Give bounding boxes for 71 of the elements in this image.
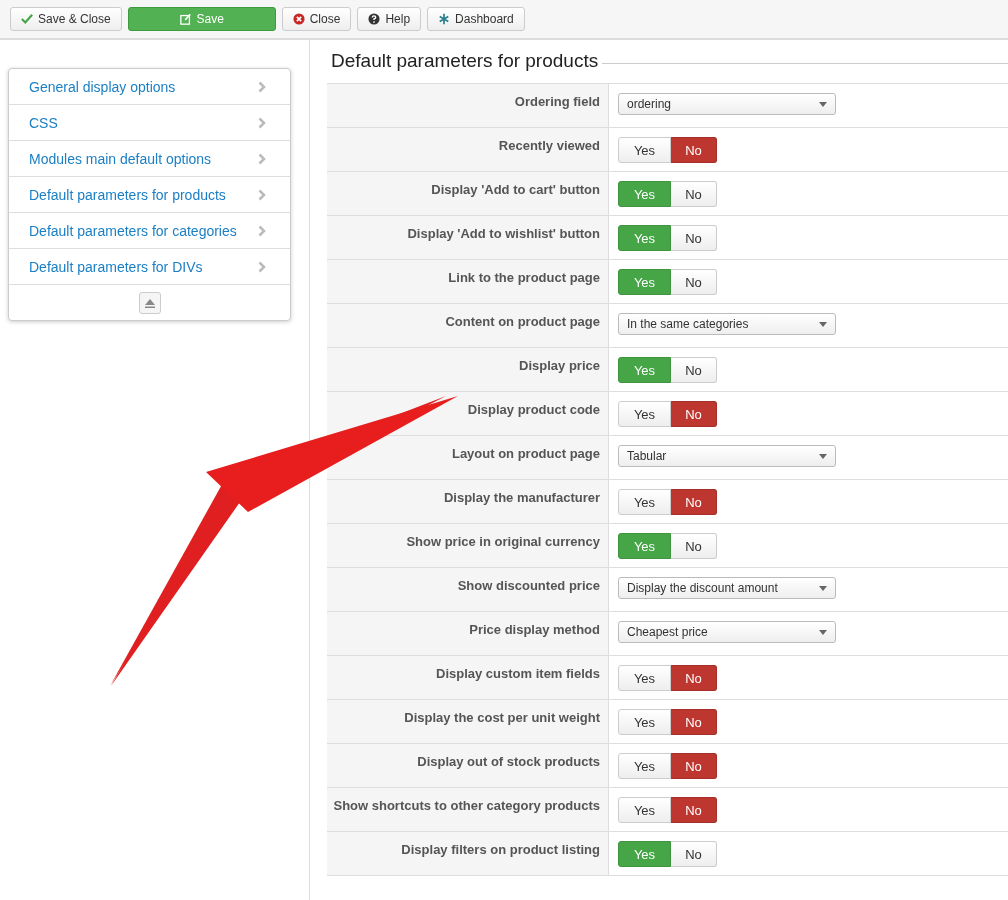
field-label: Display the cost per unit weight <box>404 710 600 726</box>
caret-icon <box>819 585 827 591</box>
caret-icon <box>819 453 827 459</box>
toggle-option[interactable]: Yes <box>618 753 671 779</box>
field-label: Recently viewed <box>498 138 600 154</box>
field-label: Layout on product page <box>451 446 600 462</box>
toggle-option[interactable]: No <box>671 401 717 427</box>
field-label: Show discounted price <box>457 578 600 594</box>
toggle-option[interactable]: No <box>671 357 717 383</box>
field-label: Show price in original currency <box>406 534 600 550</box>
field-label: Display filters on product listing <box>401 842 600 858</box>
edit-icon <box>179 13 192 25</box>
field-label: Link to the product page <box>448 270 600 286</box>
toggle-option[interactable]: No <box>671 753 717 779</box>
toggle-option[interactable]: No <box>671 489 717 515</box>
chevron-icon <box>258 152 266 165</box>
field-label: Display custom item fields <box>436 666 600 682</box>
chevron-icon <box>258 80 266 93</box>
toggle-option[interactable]: No <box>671 225 717 251</box>
dropdown[interactable]: Cheapest price <box>618 621 836 643</box>
caret-icon <box>819 629 827 635</box>
sidebar-item[interactable]: General display options <box>9 69 290 105</box>
chevron-icon <box>258 116 266 129</box>
toolbar-button[interactable]: Close <box>281 7 352 31</box>
toggle-option[interactable]: No <box>671 841 717 867</box>
toggle-option[interactable]: Yes <box>618 137 671 163</box>
field-label: Show shortcuts to other category products <box>333 798 600 814</box>
help-icon <box>368 13 381 25</box>
toggle-option[interactable]: No <box>671 797 717 823</box>
sidebar-item[interactable]: Modules main default options <box>9 141 290 177</box>
sidebar-item[interactable]: Default parameters for products <box>9 177 290 213</box>
toggle-option[interactable]: No <box>671 137 717 163</box>
sidebar-item[interactable]: Default parameters for DIVs <box>9 249 290 285</box>
dropdown[interactable]: ordering <box>618 93 836 115</box>
field-label: Display 'Add to wishlist' button <box>407 226 600 242</box>
toggle-option[interactable]: Yes <box>618 665 671 691</box>
toolbar-button[interactable]: Help <box>357 7 422 31</box>
chevron-icon <box>258 224 266 237</box>
chevron-icon <box>258 188 266 201</box>
chevron-icon <box>258 260 266 273</box>
sidebar-item[interactable]: CSS <box>9 105 290 141</box>
sidebar-item[interactable]: Default parameters for categories <box>9 213 290 249</box>
toggle-option[interactable]: Yes <box>618 489 671 515</box>
dropdown[interactable]: In the same categories <box>618 313 836 335</box>
toolbar-button[interactable]: Save & Close <box>10 7 122 31</box>
caret-icon <box>819 101 827 107</box>
toggle-option[interactable]: Yes <box>618 797 671 823</box>
field-label: Price display method <box>469 622 600 638</box>
asterisk-icon <box>438 13 451 25</box>
field-label: Display product code <box>467 402 600 418</box>
section-title: Default parameters for products <box>330 50 600 72</box>
toolbar-button[interactable]: Dashboard <box>427 7 525 31</box>
toggle-option[interactable]: No <box>671 181 717 207</box>
check-icon <box>21 13 33 25</box>
field-label: Display 'Add to cart' button <box>431 182 600 198</box>
toggle-option[interactable]: Yes <box>618 401 671 427</box>
field-label: Display out of stock products <box>417 754 600 770</box>
toggle-option[interactable]: No <box>671 533 717 559</box>
caret-icon <box>819 321 827 327</box>
dropdown[interactable]: Tabular <box>618 445 836 467</box>
toggle-option[interactable]: No <box>671 665 717 691</box>
toggle-option[interactable]: No <box>671 269 717 295</box>
dropdown[interactable]: Display the discount amount <box>618 577 836 599</box>
collapse-button[interactable] <box>138 291 161 314</box>
toggle-option[interactable]: Yes <box>618 709 671 735</box>
field-label: Content on product page <box>445 314 600 330</box>
close-icon <box>292 13 305 25</box>
field-label: Ordering field <box>514 94 600 110</box>
field-label: Display price <box>519 358 600 374</box>
toggle-option[interactable]: No <box>671 709 717 735</box>
field-label: Display the manufacturer <box>443 490 600 506</box>
